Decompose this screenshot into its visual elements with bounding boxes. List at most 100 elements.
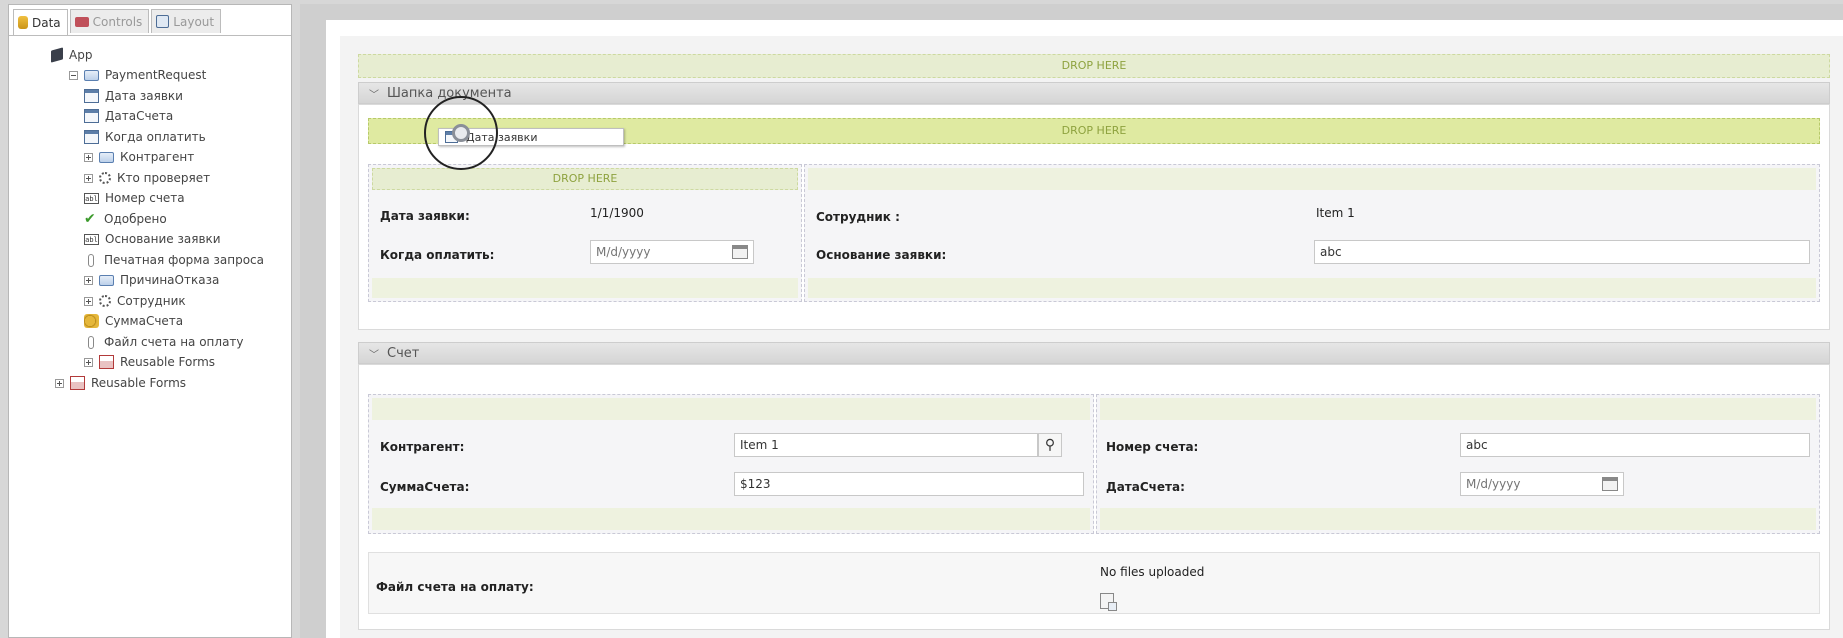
column-header-strip <box>372 398 1090 420</box>
tree-node-pechatnaya-forma[interactable]: Печатная форма запроса <box>84 250 264 270</box>
tree-node-label: Контрагент <box>120 150 195 164</box>
tree-node-data-zayavki[interactable]: Дата заявки <box>84 86 183 106</box>
tree-node-summa-scheta[interactable]: СуммаСчета <box>84 311 183 331</box>
text-field-icon: abl <box>84 192 99 204</box>
tree-node-datascheta[interactable]: ДатаСчета <box>84 106 173 126</box>
tab-label: Layout <box>173 14 215 29</box>
tab-layout[interactable]: Layout <box>151 9 222 33</box>
folder-icon <box>99 151 114 163</box>
folder-icon <box>99 274 114 286</box>
tree-node-label: Кто проверяет <box>117 171 211 185</box>
label-sotrudnik: Сотрудник : <box>816 210 900 224</box>
chevron-down-icon[interactable]: ﹀ <box>369 346 379 361</box>
tab-controls[interactable]: Controls <box>69 9 150 33</box>
column-footer-strip <box>372 278 798 298</box>
calendar-icon[interactable] <box>1602 477 1618 491</box>
section-header-schet[interactable]: ﹀ Счет <box>358 342 1830 364</box>
chevron-down-icon[interactable]: ﹀ <box>369 86 379 101</box>
tree-node-prichina-otkaza[interactable]: ПричинаОтказа <box>84 270 219 290</box>
tree-node-label: App <box>69 48 93 62</box>
paperclip-icon <box>88 335 94 349</box>
tree-node-reusable-forms-inner[interactable]: Reusable Forms <box>84 352 215 372</box>
data-panel: Data Controls Layout App PaymentRequest … <box>8 4 292 638</box>
forms-icon <box>70 376 85 390</box>
gear-icon <box>99 172 111 184</box>
text-field-icon: abl <box>84 233 99 245</box>
tree-node-label: PaymentRequest <box>105 68 207 82</box>
tree-node-label: Дата заявки <box>105 89 183 103</box>
tree-node-sotrudnik[interactable]: Сотрудник <box>84 291 186 311</box>
label-osnovanie-zayavki: Основание заявки: <box>816 248 947 262</box>
expand-icon[interactable] <box>84 357 93 367</box>
expand-icon[interactable] <box>84 173 93 183</box>
column-header-strip <box>1100 398 1816 420</box>
folder-icon <box>84 69 99 81</box>
tree-node-odobreno[interactable]: ✔ Одобрено <box>84 209 167 229</box>
gear-icon <box>99 295 111 307</box>
tree-node-label: Печатная форма запроса <box>104 253 265 267</box>
tree-node-nomer-scheta[interactable]: abl Номер счета <box>84 188 185 208</box>
currency-input-summa-scheta[interactable]: $123 <box>734 472 1084 496</box>
money-icon <box>84 314 99 328</box>
calendar-icon <box>84 130 99 144</box>
tree-node-label: Когда оплатить <box>105 130 206 144</box>
tree-node-label: Основание заявки <box>105 232 221 246</box>
toolbox-icon <box>74 16 89 27</box>
column-header-strip <box>808 168 1816 190</box>
tree-node-label: СуммаСчета <box>105 314 184 328</box>
app-icon <box>51 47 63 63</box>
upload-icon[interactable] <box>1100 593 1117 611</box>
forms-icon <box>99 355 114 369</box>
tree-node-kontragent[interactable]: Контрагент <box>84 147 194 167</box>
column-footer-strip <box>808 278 1816 298</box>
expand-icon[interactable] <box>84 296 93 306</box>
database-icon <box>18 16 28 29</box>
column-footer-strip <box>372 508 1090 530</box>
file-upload-row <box>368 552 1820 614</box>
value-data-zayavki: 1/1/1900 <box>590 206 644 220</box>
text-input-osnovanie-zayavki[interactable]: abc <box>1314 240 1810 264</box>
tree-node-label: ПричинаОтказа <box>120 273 220 287</box>
label-kogda-oplatit: Когда оплатить: <box>380 248 495 262</box>
tree-node-label: Reusable Forms <box>120 355 216 369</box>
section-header-shapka[interactable]: ﹀ Шапка документа <box>358 82 1830 104</box>
tree-node-label: Одобрено <box>104 212 167 226</box>
tab-label: Controls <box>92 14 143 29</box>
tab-data[interactable]: Data <box>13 9 68 35</box>
tree-node-paymentrequest[interactable]: PaymentRequest <box>69 65 206 85</box>
tree-node-kogda-oplatit[interactable]: Когда оплатить <box>84 127 206 147</box>
tree-node-reusable-forms[interactable]: Reusable Forms <box>55 373 186 393</box>
panel-tabs: Data Controls Layout <box>13 9 222 35</box>
expand-icon[interactable] <box>84 275 93 285</box>
expand-icon[interactable] <box>84 152 93 162</box>
search-icon[interactable]: ⚲ <box>1038 433 1062 457</box>
label-nomer-scheta: Номер счета: <box>1106 440 1199 454</box>
tree-node-label: Номер счета <box>105 191 185 205</box>
label-summa-scheta: СуммаСчета: <box>380 480 470 494</box>
label-data-zayavki: Дата заявки: <box>380 209 470 223</box>
paperclip-icon <box>88 253 94 267</box>
drop-zone-top[interactable]: DROP HERE <box>358 54 1830 78</box>
expand-icon[interactable] <box>55 378 64 388</box>
tree-node-kto-proveryaet[interactable]: Кто проверяет <box>84 168 210 188</box>
cursor-icon <box>452 124 470 142</box>
date-input-data-scheta[interactable] <box>1460 472 1624 496</box>
calendar-icon <box>84 89 99 103</box>
section-title: Счет <box>387 345 420 361</box>
lookup-input-kontragent[interactable]: Item 1 <box>734 433 1038 457</box>
calendar-icon[interactable] <box>732 245 748 259</box>
tree-node-fayl-scheta[interactable]: Файл счета на оплату <box>84 332 244 352</box>
tree-node-app[interactable]: App <box>51 45 92 65</box>
tree-node-osnovanie-zayavki[interactable]: abl Основание заявки <box>84 229 221 249</box>
drop-zone-column[interactable]: DROP HERE <box>372 168 798 190</box>
value-sotrudnik: Item 1 <box>1316 206 1355 220</box>
tree-node-label: Reusable Forms <box>91 376 187 390</box>
calendar-icon <box>84 109 99 123</box>
tree-node-label: Сотрудник <box>117 294 186 308</box>
text-input-nomer-scheta[interactable]: abc <box>1460 433 1810 457</box>
collapse-icon[interactable] <box>69 70 78 80</box>
checkmark-icon: ✔ <box>84 211 96 227</box>
tree-node-label: ДатаСчета <box>105 109 174 123</box>
label-kontragent: Контрагент: <box>380 440 465 454</box>
date-input-kogda-oplatit[interactable] <box>590 240 754 264</box>
